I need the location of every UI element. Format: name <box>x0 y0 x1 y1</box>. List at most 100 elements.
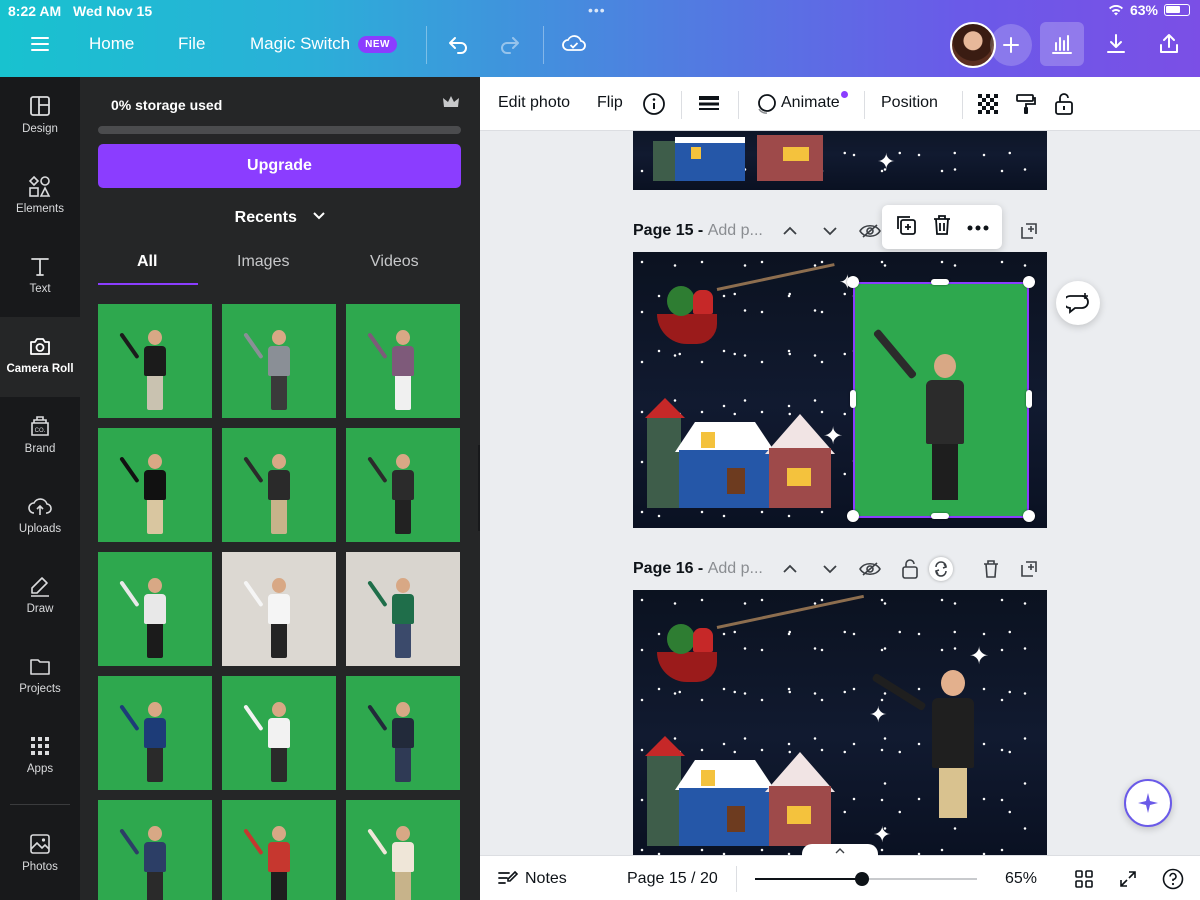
page-15-title[interactable]: Page 15 - Add p... <box>633 222 763 240</box>
resize-handle[interactable] <box>847 276 859 288</box>
help-icon[interactable] <box>1161 867 1185 891</box>
camera-roll-thumbnail[interactable] <box>222 676 336 790</box>
camera-roll-thumbnail[interactable] <box>346 800 460 900</box>
undo-icon[interactable] <box>444 30 472 58</box>
resize-handle[interactable] <box>1026 390 1032 408</box>
transparency-icon[interactable] <box>974 90 1002 118</box>
animate-icon[interactable] <box>752 90 780 118</box>
sidebar-item-elements[interactable]: Elements <box>0 157 80 237</box>
chevron-up-icon[interactable] <box>778 219 802 243</box>
hide-page-icon[interactable] <box>858 557 882 581</box>
notes-icon[interactable] <box>496 867 520 891</box>
kid-arm <box>872 328 918 380</box>
rotate-icon[interactable] <box>929 557 953 581</box>
hide-page-icon[interactable] <box>858 219 882 243</box>
insights-button[interactable] <box>1040 22 1084 66</box>
camera-roll-thumbnail[interactable] <box>98 800 212 900</box>
camera-roll-thumbnail[interactable] <box>222 552 336 666</box>
resize-handle[interactable] <box>931 513 949 519</box>
resize-handle[interactable] <box>1023 510 1035 522</box>
camera-roll-thumbnail[interactable] <box>346 676 460 790</box>
camera-roll-thumbnail[interactable] <box>98 304 212 418</box>
flip-button[interactable]: Flip <box>597 94 623 112</box>
file-menu[interactable]: File <box>178 34 205 54</box>
more-options-icon[interactable] <box>967 218 989 236</box>
sidebar-item-photos[interactable]: Photos <box>0 815 80 895</box>
tab-all[interactable]: All <box>137 253 157 271</box>
camera-roll-thumbnail[interactable] <box>222 304 336 418</box>
camera-roll-thumbnail[interactable] <box>346 428 460 542</box>
page-indicator[interactable]: Page 15 / 20 <box>627 870 718 888</box>
multitask-dots-icon[interactable]: ••• <box>588 2 606 18</box>
sidebar-item-brand[interactable]: CO. Brand <box>0 397 80 477</box>
add-comment-button[interactable] <box>1056 281 1100 325</box>
share-icon[interactable] <box>1155 30 1183 58</box>
home-link[interactable]: Home <box>89 34 134 54</box>
zoom-level[interactable]: 65% <box>1005 870 1037 888</box>
sidebar-item-uploads[interactable]: Uploads <box>0 477 80 557</box>
add-page-icon[interactable] <box>1017 219 1041 243</box>
kid-legs <box>271 748 287 782</box>
sidebar-item-design[interactable]: Design <box>0 77 80 157</box>
sidebar-item-text[interactable]: Text <box>0 237 80 317</box>
resize-handle[interactable] <box>1023 276 1035 288</box>
camera-roll-thumbnail[interactable] <box>346 552 460 666</box>
tab-images[interactable]: Images <box>237 253 289 271</box>
zoom-slider-fill <box>755 878 862 880</box>
camera-roll-thumbnail[interactable] <box>98 676 212 790</box>
info-icon[interactable] <box>640 90 668 118</box>
page-16-canvas[interactable]: ✦ ✦ ✦ <box>633 590 1047 855</box>
magic-switch-button[interactable]: Magic Switch NEW <box>250 34 397 54</box>
paint-roller-icon[interactable] <box>1012 90 1040 118</box>
add-page-title[interactable]: Add p... <box>708 560 763 577</box>
sidebar-item-draw[interactable]: Draw <box>0 557 80 637</box>
position-button[interactable]: Position <box>881 94 938 112</box>
camera-roll-thumbnail[interactable] <box>98 552 212 666</box>
resize-handle[interactable] <box>931 279 949 285</box>
resize-handle[interactable] <box>850 390 856 408</box>
edit-photo-button[interactable]: Edit photo <box>498 94 570 112</box>
chevron-up-icon[interactable] <box>778 557 802 581</box>
duplicate-icon[interactable] <box>895 214 917 241</box>
fullscreen-icon[interactable] <box>1116 867 1140 891</box>
expand-pages-tab[interactable] <box>802 844 878 858</box>
trash-icon[interactable] <box>979 557 1003 581</box>
recents-dropdown[interactable]: Recents <box>80 209 480 227</box>
notes-button[interactable]: Notes <box>525 870 567 888</box>
tab-videos[interactable]: Videos <box>370 253 419 271</box>
grid-view-icon[interactable] <box>1072 867 1096 891</box>
add-page-title[interactable]: Add p... <box>708 222 763 239</box>
camera-roll-thumbnail[interactable] <box>222 428 336 542</box>
kid-head <box>396 826 410 841</box>
trash-icon[interactable] <box>932 214 952 241</box>
animate-button[interactable]: Animate <box>781 94 840 112</box>
resize-handle[interactable] <box>847 510 859 522</box>
page-15-canvas[interactable]: ✦ ✦ <box>633 252 1047 528</box>
zoom-slider-thumb[interactable] <box>854 872 869 886</box>
sidebar-item-camera-roll[interactable]: Camera Roll <box>0 317 80 397</box>
hamburger-menu-icon[interactable] <box>28 32 52 56</box>
lock-icon[interactable] <box>898 557 922 581</box>
page-14-canvas[interactable]: ✦ <box>633 131 1047 190</box>
chevron-down-icon[interactable] <box>818 557 842 581</box>
sidebar-item-projects[interactable]: Projects <box>0 637 80 717</box>
zoom-slider[interactable] <box>755 872 977 886</box>
upgrade-button[interactable]: Upgrade <box>98 144 461 188</box>
chevron-down-icon[interactable] <box>818 219 842 243</box>
sidebar-item-apps[interactable]: Apps <box>0 717 80 797</box>
page-16-title[interactable]: Page 16 - Add p... <box>633 560 763 578</box>
cloud-saved-icon[interactable] <box>560 30 588 58</box>
share-add-button[interactable] <box>990 24 1032 66</box>
add-page-icon[interactable] <box>1017 557 1041 581</box>
selected-kid-photo[interactable] <box>853 282 1029 518</box>
download-icon[interactable] <box>1102 30 1130 58</box>
redo-icon[interactable] <box>496 30 524 58</box>
camera-roll-thumbnail[interactable] <box>222 800 336 900</box>
lock-icon[interactable] <box>1050 90 1078 118</box>
camera-roll-thumbnail[interactable] <box>346 304 460 418</box>
kid-legs <box>147 748 163 782</box>
magic-assistant-button[interactable] <box>1124 779 1172 827</box>
border-style-icon[interactable] <box>695 90 723 118</box>
photo-icon <box>30 834 50 854</box>
camera-roll-thumbnail[interactable] <box>98 428 212 542</box>
